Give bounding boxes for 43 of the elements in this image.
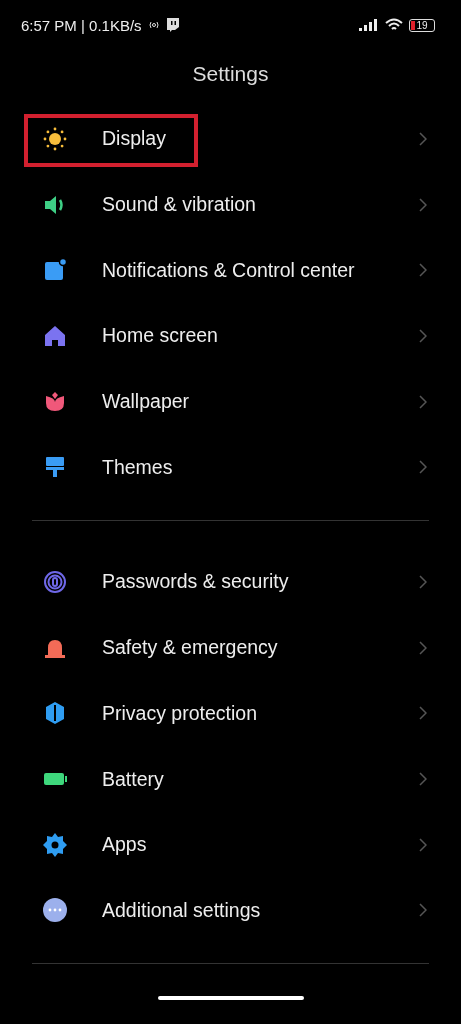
item-label: Notifications & Control center xyxy=(102,258,355,282)
chevron-icon xyxy=(419,131,427,146)
item-label: Display xyxy=(102,127,166,151)
settings-item[interactable]: Additional settings xyxy=(0,877,461,944)
chevron-icon xyxy=(419,772,427,787)
chevron-icon xyxy=(419,197,427,212)
item-label: Themes xyxy=(102,455,173,479)
signal-icon xyxy=(359,19,379,31)
settings-item[interactable]: Themes xyxy=(0,434,461,501)
settings-item[interactable]: Wallpaper xyxy=(0,368,461,435)
settings-item[interactable]: Privacy protection xyxy=(0,680,461,747)
chevron-icon xyxy=(419,837,427,852)
settings-item[interactable]: Safety & emergency xyxy=(0,614,461,681)
settings-item[interactable]: Display xyxy=(0,106,461,172)
item-label: Wallpaper xyxy=(102,390,190,414)
item-label: Safety & emergency xyxy=(102,636,278,660)
battery-indicator: 19 xyxy=(409,18,435,32)
chevron-icon xyxy=(419,574,427,589)
item-label: Apps xyxy=(102,833,147,857)
item-label: Home screen xyxy=(102,324,218,348)
chevron-icon xyxy=(419,328,427,343)
page-title: Settings xyxy=(191,61,270,87)
chevron-icon xyxy=(419,706,427,721)
item-label: Battery xyxy=(102,767,164,791)
chat-icon xyxy=(165,17,180,33)
status-time: 6:57 PM | 0.1KB/s xyxy=(21,16,142,34)
settings-item[interactable]: Passwords & security xyxy=(0,549,461,615)
item-label: Additional settings xyxy=(102,898,261,922)
chevron-icon xyxy=(419,460,427,475)
item-label: Privacy protection xyxy=(102,701,257,725)
chevron-icon xyxy=(419,903,427,918)
chevron-icon xyxy=(419,640,427,655)
settings-item[interactable]: Battery xyxy=(0,746,461,812)
item-label: Sound & vibration xyxy=(102,193,256,217)
settings-item[interactable]: Sound & vibration xyxy=(0,171,461,238)
chevron-icon xyxy=(419,263,427,278)
settings-item[interactable]: Apps xyxy=(0,811,461,878)
settings-item[interactable]: Notifications & Control center xyxy=(0,237,461,304)
hotspot-icon xyxy=(147,20,160,30)
chevron-icon xyxy=(419,394,427,409)
item-label: Passwords & security xyxy=(102,570,289,594)
wifi-icon xyxy=(385,18,403,32)
settings-item[interactable]: Home screen xyxy=(0,303,461,369)
